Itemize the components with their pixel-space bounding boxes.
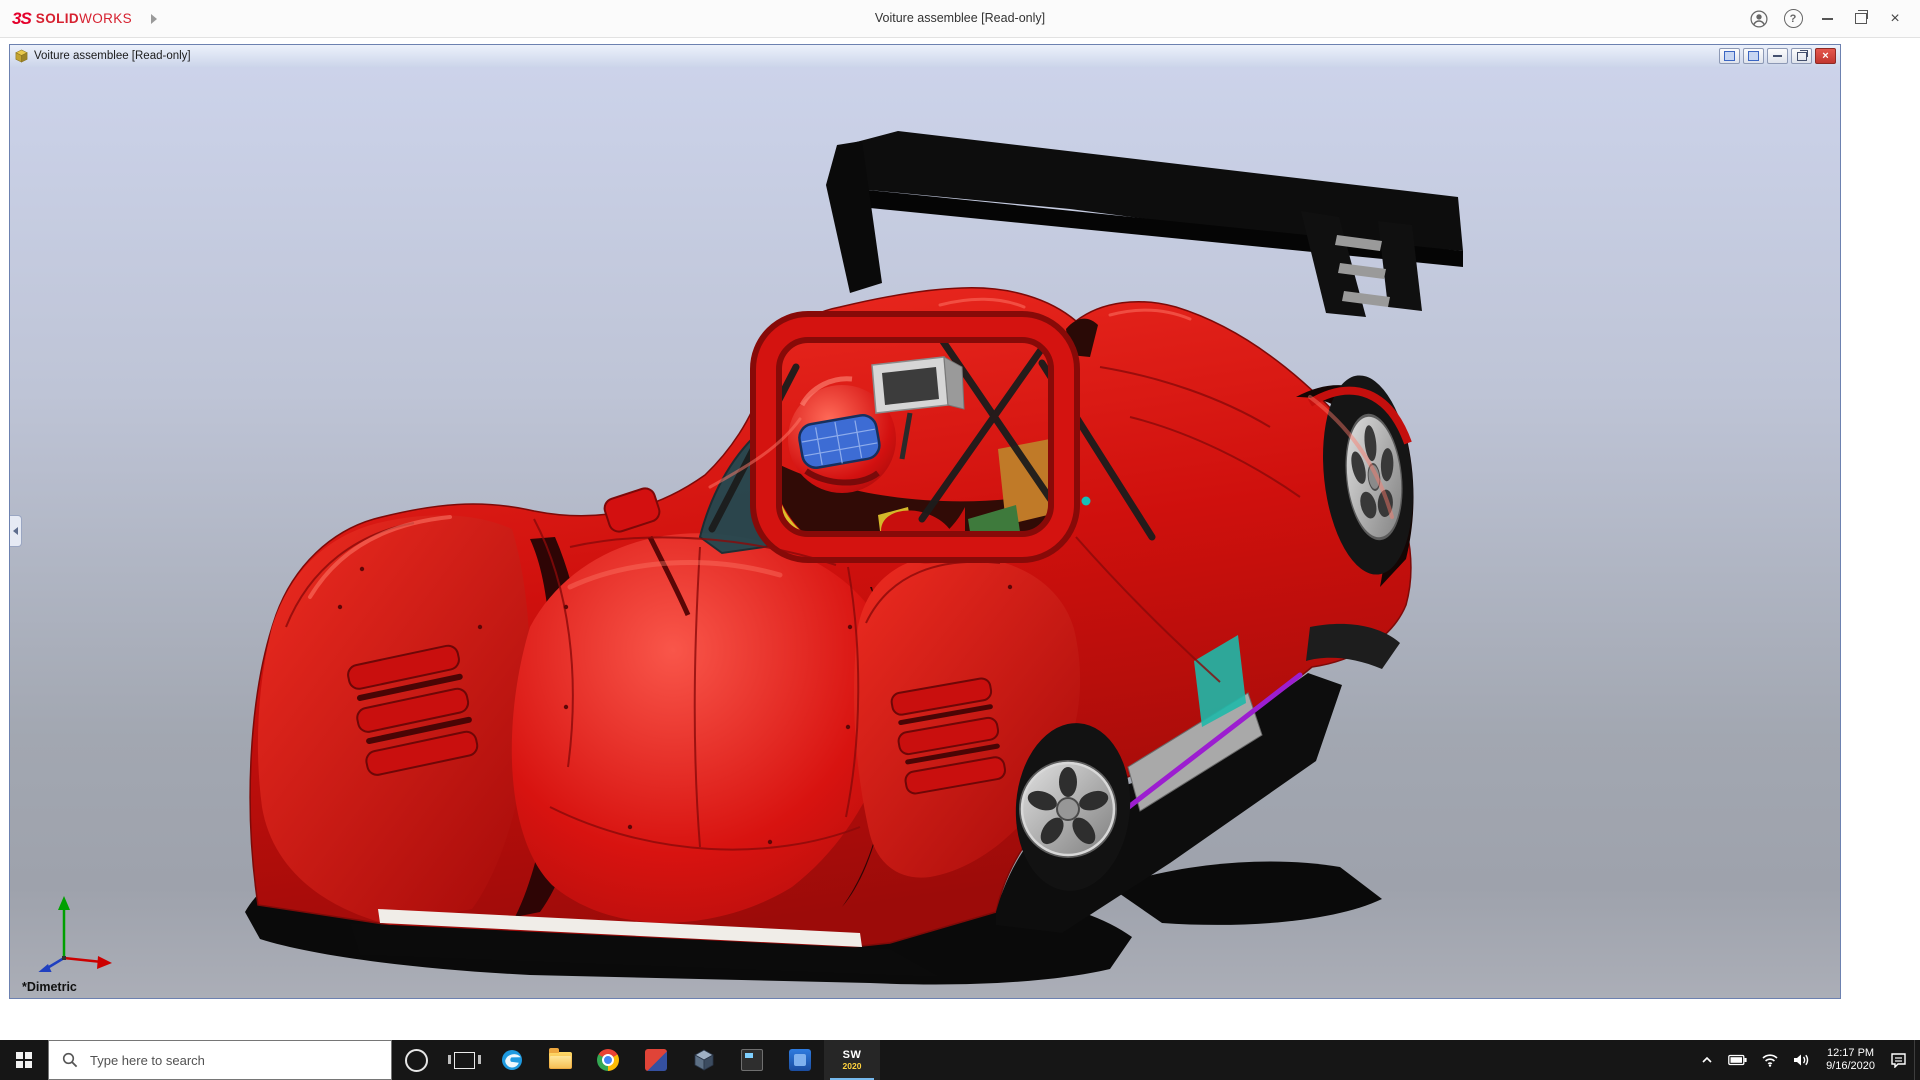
window-tile-icon [1724, 51, 1735, 61]
taskbar-app-media[interactable] [632, 1040, 680, 1080]
graphics-viewport[interactable]: *Dimetric [10, 67, 1840, 998]
doc-restore-icon [1797, 52, 1807, 61]
fender-vents-right [890, 677, 1006, 795]
user-account-icon [1749, 9, 1769, 29]
view-orientation-label: *Dimetric [22, 980, 77, 994]
battery-button[interactable] [1721, 1040, 1754, 1080]
taskbar-app-file-explorer[interactable] [536, 1040, 584, 1080]
doc-minimize-button[interactable] [1767, 48, 1788, 64]
document-titlebar[interactable]: Voiture assemblee [Read-only] × [10, 45, 1840, 68]
minimize-icon [1822, 18, 1833, 20]
doc-close-button[interactable]: × [1815, 48, 1836, 64]
doc-minimize-icon [1773, 55, 1782, 57]
help-icon: ? [1784, 9, 1803, 28]
document-window-controls: × [1719, 48, 1836, 64]
battery-icon [1728, 1054, 1747, 1066]
app-window-controls: ? × [1742, 0, 1912, 37]
start-icon [16, 1052, 32, 1068]
doc-tile-button-1[interactable] [1719, 48, 1740, 64]
task-view-button[interactable] [440, 1040, 488, 1080]
sw-2020-icon: SW [843, 1049, 862, 1061]
clock-date: 9/16/2020 [1826, 1060, 1875, 1074]
edge-icon [500, 1048, 524, 1072]
system-tray: 12:17 PM 9/16/2020 [1693, 1040, 1920, 1080]
search-icon [62, 1052, 78, 1068]
taskbar-app-edge[interactable] [488, 1040, 536, 1080]
solidworks-app-icon [692, 1048, 716, 1072]
chrome-icon [597, 1049, 619, 1071]
app-window-title: Voiture assemblee [Read-only] [0, 0, 1920, 37]
taskbar-app-chrome[interactable] [584, 1040, 632, 1080]
cortana-icon [405, 1049, 428, 1072]
volume-icon [1793, 1053, 1811, 1067]
file-explorer-icon [549, 1052, 572, 1069]
screen: 3S SOLIDWORKS Voiture assemblee [Read-on… [0, 0, 1920, 1080]
terminal-app-icon [741, 1049, 763, 1071]
window-tile-icon [1748, 51, 1759, 61]
taskbar-search[interactable] [48, 1040, 392, 1080]
close-button[interactable]: × [1878, 0, 1912, 37]
windows-taskbar: SW 2020 [0, 1040, 1920, 1080]
clock-time: 12:17 PM [1826, 1047, 1875, 1061]
photos-app-icon [789, 1049, 811, 1071]
network-button[interactable] [1754, 1040, 1786, 1080]
help-button[interactable]: ? [1776, 0, 1810, 37]
user-account-button[interactable] [1742, 0, 1776, 37]
close-icon: × [1890, 11, 1899, 27]
taskbar-app-photos[interactable] [776, 1040, 824, 1080]
taskbar-app-sw2020[interactable]: SW 2020 [824, 1040, 880, 1080]
document-window: Voiture assemblee [Read-only] × [9, 44, 1841, 999]
network-icon [1761, 1053, 1779, 1067]
app-titlebar: 3S SOLIDWORKS Voiture assemblee [Read-on… [0, 0, 1920, 38]
sw-2020-year-label: 2020 [843, 1061, 862, 1071]
assembly-cube-icon [14, 49, 29, 63]
document-title: Voiture assemblee [Read-only] [34, 50, 191, 62]
tray-up-icon [1700, 1053, 1714, 1067]
media-app-icon [645, 1049, 667, 1071]
feature-tree-collapse-tab[interactable] [10, 515, 22, 547]
hidden-icons-button[interactable] [1693, 1040, 1721, 1080]
search-input[interactable] [88, 1052, 372, 1069]
task-view-icon [454, 1052, 475, 1069]
doc-tile-button-2[interactable] [1743, 48, 1764, 64]
taskbar-app-solidworks[interactable] [680, 1040, 728, 1080]
collapse-panel-icon [13, 527, 18, 535]
restore-icon [1855, 13, 1867, 24]
cortana-button[interactable] [392, 1040, 440, 1080]
taskbar-app-terminal[interactable] [728, 1040, 776, 1080]
taskbar-clock[interactable]: 12:17 PM 9/16/2020 [1818, 1040, 1883, 1080]
start-button[interactable] [0, 1040, 48, 1080]
car-3d-model[interactable] [10, 67, 1840, 998]
restore-button[interactable] [1844, 0, 1878, 37]
orientation-triad-icon [22, 888, 118, 972]
action-center-icon [1890, 1052, 1907, 1068]
doc-restore-button[interactable] [1791, 48, 1812, 64]
rear-wing[interactable] [826, 131, 1463, 317]
minimize-button[interactable] [1810, 0, 1844, 37]
show-desktop-button[interactable] [1914, 1040, 1920, 1080]
action-center-button[interactable] [1883, 1040, 1914, 1080]
volume-button[interactable] [1786, 1040, 1818, 1080]
